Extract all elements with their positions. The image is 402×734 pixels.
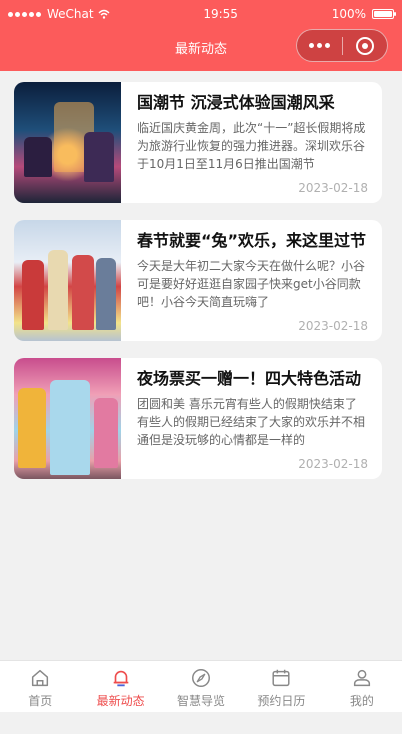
article-card[interactable]: 国潮节 沉浸式体验国潮风采 临近国庆黄金周，此次“十一”超长假期将成为旅游行业恢… <box>14 82 382 203</box>
tab-calendar[interactable]: 预约日历 <box>241 661 321 712</box>
article-title: 夜场票买一赠一！四大特色活动 <box>137 369 362 388</box>
status-right: 100% <box>331 7 396 21</box>
article-body: 国潮节 沉浸式体验国潮风采 临近国庆黄金周，此次“十一”超长假期将成为旅游行业恢… <box>121 82 382 203</box>
article-title: 春节就要“兔”欢乐，来这里过节 <box>137 231 367 250</box>
article-thumbnail <box>14 82 121 203</box>
status-bar: WeChat 19:55 100% <box>0 0 402 28</box>
bell-icon <box>113 670 128 687</box>
battery-label: 100% <box>331 7 366 21</box>
tab-home[interactable]: 首页 <box>0 661 80 712</box>
tab-label: 我的 <box>349 694 374 708</box>
article-thumbnail <box>14 358 121 479</box>
signal-icon <box>8 11 41 17</box>
tab-label: 智慧导览 <box>177 694 226 708</box>
miniprogram-capsule <box>296 29 388 62</box>
carrier-label: WeChat <box>47 7 94 21</box>
article-date: 2023-02-18 <box>298 319 368 333</box>
tab-label: 预约日历 <box>257 694 306 708</box>
article-date: 2023-02-18 <box>298 181 368 195</box>
battery-icon <box>372 9 396 19</box>
bottom-tab-bar: 首页 最新动态 智慧导览 预约日历 我的 <box>0 660 402 712</box>
tab-label: 最新动态 <box>96 694 145 708</box>
article-date: 2023-02-18 <box>298 457 368 471</box>
compass-icon <box>192 669 210 687</box>
article-summary: 临近国庆黄金周，此次“十一”超长假期将成为旅游行业恢复的强力推进器。深圳欢乐谷于… <box>137 121 366 171</box>
tab-guide[interactable]: 智慧导览 <box>161 661 241 712</box>
target-icon <box>355 36 374 55</box>
article-card[interactable]: 夜场票买一赠一！四大特色活动 团圆和美 喜乐元宵有些人的假期快结束了有些人的假期… <box>14 358 382 479</box>
article-list: 国潮节 沉浸式体验国潮风采 临近国庆黄金周，此次“十一”超长假期将成为旅游行业恢… <box>14 82 382 496</box>
article-thumbnail <box>14 220 121 341</box>
article-body: 夜场票买一赠一！四大特色活动 团圆和美 喜乐元宵有些人的假期快结束了有些人的假期… <box>121 358 382 479</box>
article-summary: 今天是大年初二大家今天在做什么呢？小谷可是要好好逛逛自家园子快来get小谷同款吧… <box>137 259 366 309</box>
article-title: 国潮节 沉浸式体验国潮风采 <box>137 93 335 112</box>
article-card[interactable]: 春节就要“兔”欢乐，来这里过节 今天是大年初二大家今天在做什么呢？小谷可是要好好… <box>14 220 382 341</box>
home-icon <box>32 669 49 687</box>
close-miniprogram-button[interactable] <box>343 36 387 55</box>
tab-profile[interactable]: 我的 <box>322 661 402 712</box>
article-summary: 团圆和美 喜乐元宵有些人的假期快结束了有些人的假期已经结束了大家的欢乐并不相通但… <box>137 397 366 447</box>
user-icon <box>353 669 370 687</box>
tab-news[interactable]: 最新动态 <box>80 661 160 712</box>
tab-label: 首页 <box>28 694 53 708</box>
top-bar: WeChat 19:55 100% 最新动态 <box>0 0 402 71</box>
more-menu-button[interactable] <box>297 43 342 48</box>
wifi-icon <box>98 9 110 19</box>
calendar-icon <box>272 669 290 687</box>
status-left: WeChat <box>8 7 110 21</box>
status-time: 19:55 <box>203 7 238 21</box>
article-body: 春节就要“兔”欢乐，来这里过节 今天是大年初二大家今天在做什么呢？小谷可是要好好… <box>121 220 382 341</box>
